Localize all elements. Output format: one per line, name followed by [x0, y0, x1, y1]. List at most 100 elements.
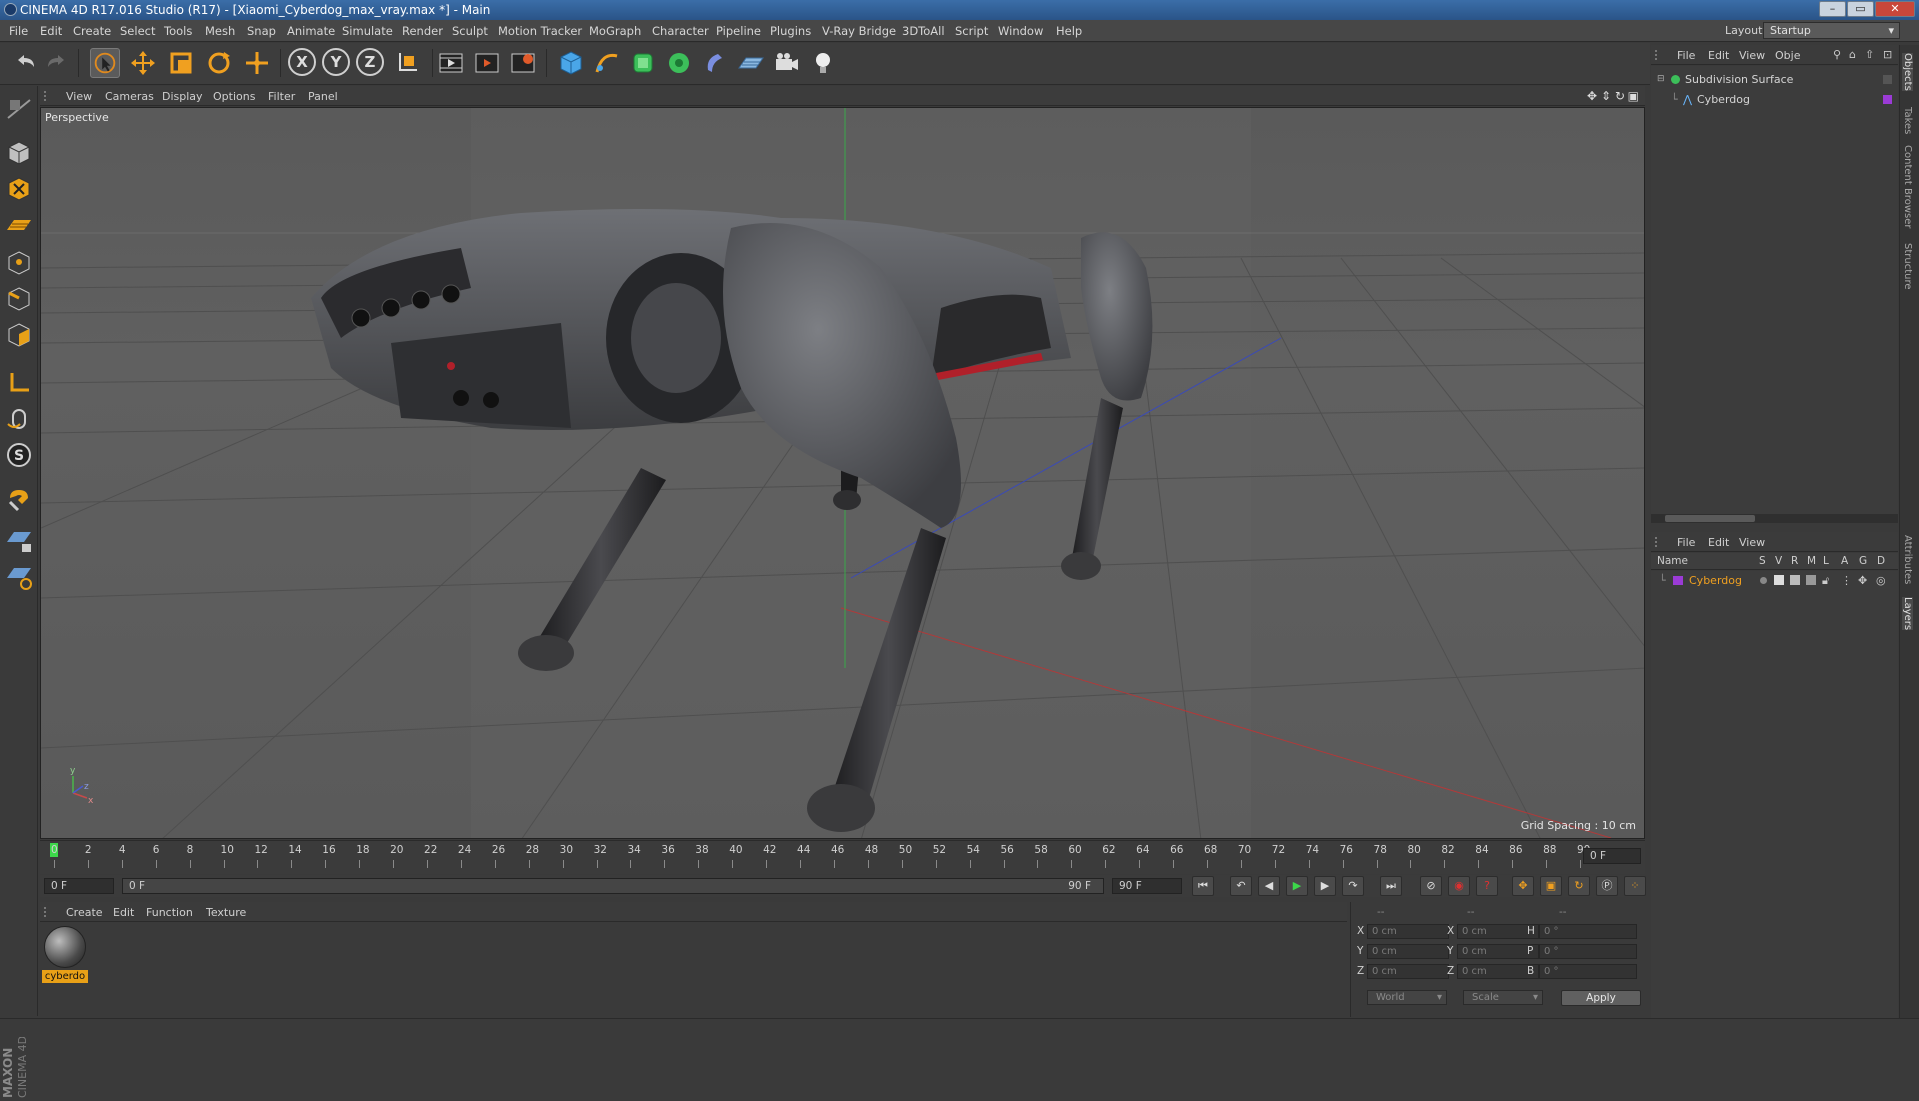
deformers-toggle-icon[interactable]: ◎: [1876, 571, 1886, 590]
coordinate-system-icon[interactable]: [392, 48, 422, 78]
menu-mograph[interactable]: MoGraph: [589, 24, 641, 38]
menu-pipeline[interactable]: Pipeline: [716, 24, 761, 38]
layer-menu-file[interactable]: File: [1677, 536, 1695, 549]
home-icon[interactable]: ⌂: [1849, 48, 1856, 61]
cloner-icon[interactable]: [664, 48, 694, 78]
new-panel-icon[interactable]: ⊡: [1883, 48, 1892, 61]
object-manager-scrollbar[interactable]: [1651, 514, 1898, 523]
menu-animate[interactable]: Animate: [287, 24, 335, 38]
maximize-button[interactable]: ▭: [1847, 1, 1874, 17]
menu-select[interactable]: Select: [120, 24, 155, 38]
menu-file[interactable]: File: [9, 24, 28, 38]
workplane-icon[interactable]: [4, 210, 34, 240]
key-point-level-button[interactable]: ⁘: [1624, 876, 1646, 896]
scale-icon[interactable]: [166, 48, 196, 78]
menu-create[interactable]: Create: [73, 24, 111, 38]
layout-dropdown[interactable]: Startup ▾: [1763, 22, 1900, 39]
z-axis-lock-button[interactable]: Z: [356, 48, 384, 76]
key-scale-button[interactable]: ▣: [1540, 876, 1562, 896]
make-editable-icon[interactable]: [4, 94, 34, 124]
layer-col-locked[interactable]: L: [1823, 555, 1829, 567]
viewport-zoom-icon[interactable]: ⇕: [1601, 89, 1611, 103]
previous-frame-button[interactable]: ◀: [1258, 876, 1280, 896]
layer-col-animation[interactable]: A: [1841, 555, 1848, 567]
light-icon[interactable]: [808, 48, 838, 78]
goto-start-button[interactable]: ⏮: [1192, 876, 1214, 896]
perspective-viewport[interactable]: y x z Perspective Grid Spacing : 10 cm: [40, 107, 1645, 839]
tab-layers[interactable]: Layers: [1902, 597, 1913, 631]
tab-takes[interactable]: Takes: [1902, 107, 1913, 134]
record-keyframe-button[interactable]: ⊘: [1420, 876, 1442, 896]
layer-menu-edit[interactable]: Edit: [1708, 536, 1729, 549]
tab-attributes[interactable]: Attributes: [1902, 535, 1913, 584]
animation-toggle-icon[interactable]: ⋮: [1841, 571, 1852, 590]
material-preview-thumbnail[interactable]: [44, 926, 86, 968]
start-frame-field[interactable]: 0 F: [44, 878, 114, 894]
key-parameter-button[interactable]: Ⓟ: [1596, 876, 1618, 896]
collapse-icon[interactable]: ⊟: [1657, 70, 1665, 89]
keyframe-selection-button[interactable]: ?: [1476, 876, 1498, 896]
tweak-mode-icon[interactable]: [4, 404, 34, 434]
axis-mode-icon[interactable]: [4, 368, 34, 398]
coord-value-field[interactable]: 0 °: [1539, 944, 1637, 959]
points-mode-icon[interactable]: [4, 248, 34, 278]
menu-tools[interactable]: Tools: [164, 24, 192, 38]
menu-script[interactable]: Script: [955, 24, 988, 38]
menu-vray-bridge[interactable]: V-Ray Bridge: [822, 24, 896, 38]
coordinate-mode-dropdown[interactable]: Scale ▾: [1463, 990, 1543, 1005]
lock-workplane-icon[interactable]: [4, 526, 34, 556]
layer-col-generators[interactable]: G: [1859, 555, 1867, 567]
object-menu-file[interactable]: File: [1677, 49, 1695, 62]
layer-row-cyberdog[interactable]: └ Cyberdog 🔓︎ ⋮ ✥ ◎: [1651, 571, 1898, 590]
coord-value-field[interactable]: 0 °: [1539, 964, 1637, 979]
deformer-icon[interactable]: [700, 48, 730, 78]
floor-icon[interactable]: [736, 48, 766, 78]
minimize-button[interactable]: –: [1819, 1, 1846, 17]
viewport-maximize-icon[interactable]: ▣: [1628, 89, 1639, 103]
lock-icon[interactable]: 🔓︎: [1822, 571, 1829, 590]
model-mode-icon[interactable]: [4, 138, 34, 168]
autokey-button[interactable]: ◉: [1448, 876, 1470, 896]
polygons-mode-icon[interactable]: [4, 320, 34, 350]
menu-motion-tracker[interactable]: Motion Tracker: [498, 24, 582, 38]
menu-plugins[interactable]: Plugins: [770, 24, 811, 38]
search-icon[interactable]: ⚲: [1833, 48, 1841, 61]
coord-value-field[interactable]: 0 cm: [1367, 944, 1449, 959]
close-button[interactable]: ✕: [1875, 1, 1915, 17]
cube-primitive-icon[interactable]: [556, 48, 586, 78]
texture-mode-icon[interactable]: [4, 174, 34, 204]
key-rotation-button[interactable]: ↻: [1568, 876, 1590, 896]
layer-col-solo[interactable]: S: [1759, 555, 1766, 567]
view-toggle-icon[interactable]: [1774, 575, 1784, 585]
solo-toggle[interactable]: [1760, 577, 1767, 584]
apply-button[interactable]: Apply: [1561, 990, 1641, 1006]
layer-col-view[interactable]: V: [1775, 555, 1782, 567]
viewport-menu-filter[interactable]: Filter: [268, 90, 295, 103]
menu-edit[interactable]: Edit: [40, 24, 62, 38]
menu-character[interactable]: Character: [652, 24, 709, 38]
material-name-label[interactable]: cyberdo: [42, 970, 88, 983]
live-selection-icon[interactable]: [90, 48, 120, 78]
render-settings-icon[interactable]: [508, 48, 538, 78]
manager-toggle-icon[interactable]: [1806, 575, 1816, 585]
layer-menu-view[interactable]: View: [1739, 536, 1765, 549]
next-frame-button[interactable]: ▶: [1314, 876, 1336, 896]
menu-help[interactable]: Help: [1056, 24, 1082, 38]
current-frame-field[interactable]: 0 F: [1583, 848, 1641, 864]
snap-icon[interactable]: S: [4, 440, 34, 470]
layer-col-deformers[interactable]: D: [1877, 555, 1885, 567]
viewport-rotate-icon[interactable]: ↻: [1615, 89, 1625, 103]
generators-toggle-icon[interactable]: ✥: [1858, 571, 1867, 590]
timeline-ruler[interactable]: 0 2 4 6 8 10 12 14 16 18 20 22 24 26 28 30 32 34 36 38 40 42 4…: [40, 840, 1645, 874]
object-menu-edit[interactable]: Edit: [1708, 49, 1729, 62]
render-view-icon[interactable]: [436, 48, 466, 78]
edges-mode-icon[interactable]: [4, 284, 34, 314]
rotate-icon[interactable]: [204, 48, 234, 78]
render-picture-viewer-icon[interactable]: [472, 48, 502, 78]
viewport-menu-panel[interactable]: Panel: [308, 90, 338, 103]
magnet-icon[interactable]: [4, 486, 34, 516]
x-axis-lock-button[interactable]: X: [288, 48, 316, 76]
y-axis-lock-button[interactable]: Y: [322, 48, 350, 76]
tab-content-browser[interactable]: Content Browser: [1902, 145, 1913, 228]
material-menu-function[interactable]: Function: [146, 906, 193, 919]
